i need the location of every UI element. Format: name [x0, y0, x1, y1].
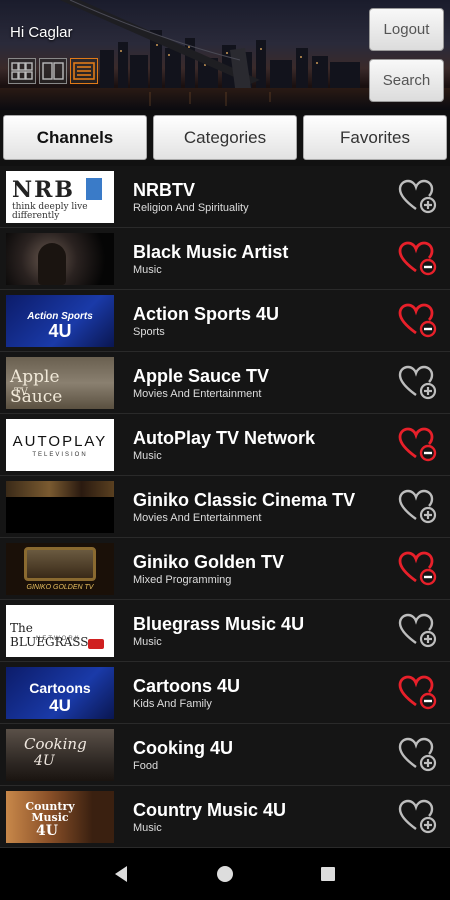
- add-favorite-icon[interactable]: [398, 613, 438, 649]
- channel-thumbnail: [6, 232, 114, 285]
- logout-button[interactable]: Logout: [369, 8, 444, 51]
- home-icon: [216, 866, 233, 882]
- view-toggle-group: [8, 58, 98, 84]
- channel-thumbnail: The BLUEGRASS NETWORK: [6, 604, 114, 657]
- thumbnail-logo-text: AUTOPLAY: [12, 432, 108, 450]
- thumbnail-logo-text: NRB: [12, 176, 75, 203]
- thumbnail-tagline: think deeply live differently: [12, 201, 88, 221]
- channel-row[interactable]: Giniko Classic Cinema TV Movies And Ente…: [0, 476, 450, 538]
- recents-icon: [321, 867, 336, 881]
- back-icon: [114, 866, 127, 882]
- grid-view-icon: [11, 62, 33, 80]
- channel-row[interactable]: Apple Sauce TV Apple Sauce TV Movies And…: [0, 352, 450, 414]
- tab-favorites[interactable]: Favorites: [303, 115, 447, 160]
- thumbnail-logo-sub: 4U: [34, 752, 55, 769]
- app-header: Hi Caglar Logout Search: [0, 0, 450, 110]
- split-view-icon: [42, 62, 64, 80]
- channel-list: NRB think deeply live differently NRBTV …: [0, 166, 450, 848]
- tab-categories[interactable]: Categories: [153, 115, 297, 160]
- thumbnail-logo-sub: GINIKO GOLDEN TV: [26, 583, 94, 591]
- channel-row[interactable]: Black Music Artist Music: [0, 228, 450, 290]
- thumbnail-logo-badge: [86, 177, 102, 200]
- add-favorite-icon[interactable]: [398, 179, 438, 215]
- thumbnail-logo-badge: [88, 638, 104, 649]
- list-view-button[interactable]: [70, 58, 98, 84]
- thumbnail-tv-frame: [24, 546, 96, 581]
- channel-thumbnail: AUTOPLAY TELEVISION: [6, 418, 114, 471]
- channel-row[interactable]: AUTOPLAY TELEVISION AutoPlay TV Network …: [0, 414, 450, 476]
- remove-favorite-icon[interactable]: [398, 241, 438, 277]
- remove-favorite-icon[interactable]: [398, 303, 438, 339]
- thumbnail-logo-text: Cartoons: [29, 679, 91, 696]
- greeting-text: Hi Caglar: [10, 24, 73, 41]
- thumbnail-logo-sub: TV: [14, 386, 28, 398]
- thumbnail-logo-text: Country Music: [25, 799, 75, 824]
- channel-row[interactable]: GINIKO GOLDEN TV Giniko Golden TV Mixed …: [0, 538, 450, 600]
- channel-row[interactable]: NRB think deeply live differently NRBTV …: [0, 166, 450, 228]
- thumbnail-logo-sub: 4U: [48, 320, 72, 341]
- system-nav-bar: [0, 848, 450, 900]
- channel-row[interactable]: Country Music 4U Country Music 4U Music: [0, 786, 450, 848]
- add-favorite-icon[interactable]: [398, 489, 438, 525]
- back-button[interactable]: [107, 859, 137, 889]
- tab-bar: Channels Categories Favorites: [0, 110, 450, 166]
- channel-thumbnail: Action Sports 4U: [6, 294, 114, 347]
- remove-favorite-icon[interactable]: [398, 675, 438, 711]
- channel-row[interactable]: Action Sports 4U Action Sports 4U Sports: [0, 290, 450, 352]
- channel-thumbnail: Country Music 4U: [6, 790, 114, 843]
- channel-row[interactable]: The BLUEGRASS NETWORK Bluegrass Music 4U…: [0, 600, 450, 662]
- search-button[interactable]: Search: [369, 59, 444, 102]
- add-favorite-icon[interactable]: [398, 799, 438, 835]
- add-favorite-icon[interactable]: [398, 365, 438, 401]
- thumbnail-logo-text: Cooking: [24, 734, 87, 753]
- channel-thumbnail: Apple Sauce TV: [6, 356, 114, 409]
- grid-view-button[interactable]: [8, 58, 36, 84]
- thumbnail-silhouette: [38, 242, 66, 285]
- channel-thumbnail: [6, 480, 114, 533]
- thumbnail-logo-sub: 4U: [36, 822, 58, 839]
- remove-favorite-icon[interactable]: [398, 427, 438, 463]
- home-button[interactable]: [210, 859, 240, 889]
- channel-thumbnail: NRB think deeply live differently: [6, 170, 114, 223]
- recents-button[interactable]: [313, 859, 343, 889]
- thumbnail-logo-sub: 4U: [49, 695, 71, 715]
- remove-favorite-icon[interactable]: [398, 551, 438, 587]
- channel-thumbnail: GINIKO GOLDEN TV: [6, 542, 114, 595]
- channel-row[interactable]: Cooking 4U Cooking 4U Food: [0, 724, 450, 786]
- add-favorite-icon[interactable]: [398, 737, 438, 773]
- split-view-button[interactable]: [39, 58, 67, 84]
- thumbnail-logo-sub: TELEVISION: [32, 451, 88, 458]
- thumbnail-logo-sub: NETWORK: [36, 635, 81, 642]
- tab-channels[interactable]: Channels: [3, 115, 147, 160]
- list-view-icon: [73, 62, 95, 80]
- thumbnail-image-strip: [6, 480, 114, 497]
- channel-thumbnail: Cartoons 4U: [6, 666, 114, 719]
- channel-row[interactable]: Cartoons 4U Cartoons 4U Kids And Family: [0, 662, 450, 724]
- channel-thumbnail: Cooking 4U: [6, 728, 114, 781]
